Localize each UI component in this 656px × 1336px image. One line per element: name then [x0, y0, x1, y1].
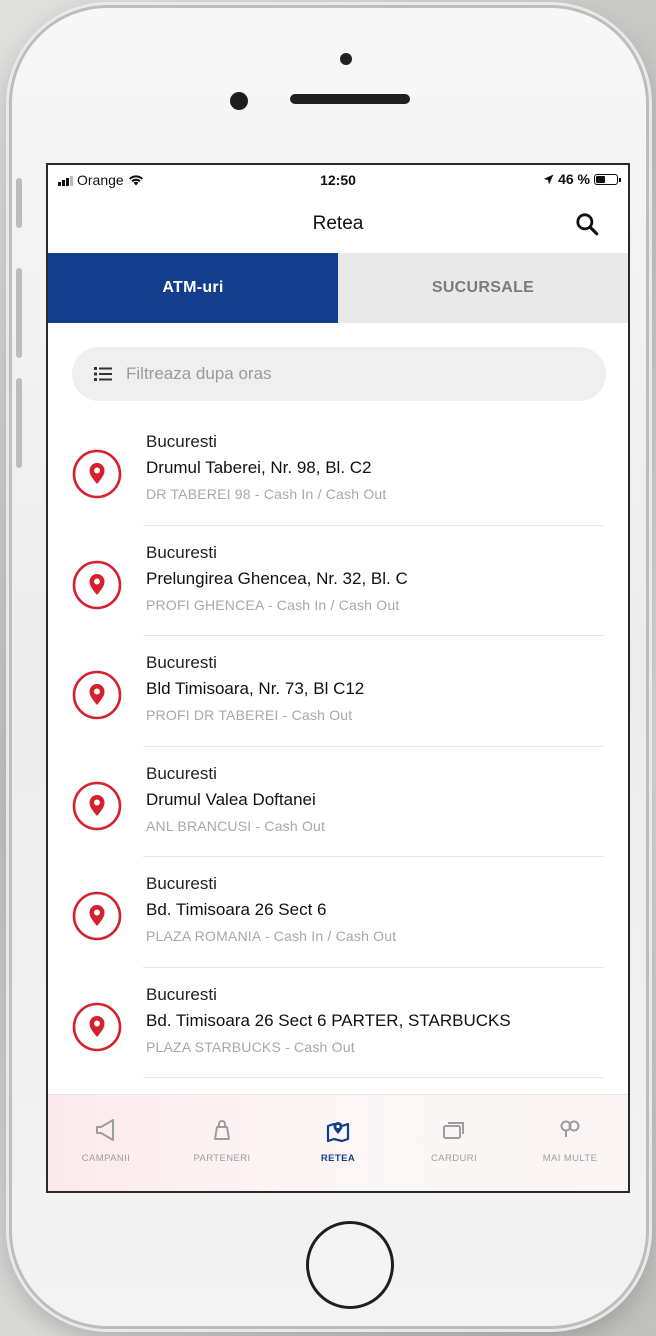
- map-pin-icon: [72, 891, 122, 941]
- city-filter[interactable]: [72, 347, 606, 401]
- map-pin-icon: [72, 1002, 122, 1051]
- home-button[interactable]: [306, 1221, 394, 1309]
- location-arrow-icon: [543, 174, 554, 184]
- atm-address: Bd. Timisoara 26 Sect 6: [146, 900, 327, 919]
- atm-city: Bucuresti: [146, 653, 217, 672]
- segment-tabs: ATM-uri SUCURSALE: [48, 253, 628, 323]
- map-pin-icon: [72, 670, 122, 720]
- atm-details: DR TABEREI 98 - Cash In / Cash Out: [146, 486, 387, 502]
- atm-list: Bucuresti Drumul Taberei, Nr. 98, Bl. C2…: [48, 415, 628, 1078]
- tab-label: PARTENERI: [193, 1153, 251, 1164]
- tab-atm[interactable]: ATM-uri: [48, 253, 338, 323]
- status-bar: Orange 12:50 46 %: [48, 165, 628, 195]
- atm-details: ANL BRANCUSI - Cash Out: [146, 817, 326, 834]
- atm-city: Bucuresti: [146, 763, 217, 783]
- battery-percent: 46 %: [558, 171, 590, 187]
- proximity-sensor: [340, 53, 352, 65]
- map-pin-icon: [72, 781, 122, 830]
- tab-label: MAI MULTE: [542, 1153, 598, 1164]
- atm-address: Drumul Taberei, Nr. 98, Bl. C2: [146, 458, 372, 477]
- tab-label: CAMPANII: [81, 1153, 131, 1164]
- tab-sucursale[interactable]: SUCURSALE: [338, 253, 628, 323]
- list-icon: [94, 367, 112, 381]
- tab-mai-multe[interactable]: MAI MULTE: [512, 1095, 628, 1191]
- atm-address: Drumul Valea Doftanei: [146, 789, 316, 809]
- navigation-bar: Retea: [48, 195, 628, 253]
- list-item[interactable]: Bucuresti Bd. Timisoara 26 Sect 6 PARTER…: [48, 968, 628, 1078]
- megaphone-icon: [96, 1119, 114, 1141]
- atm-details: PLAZA STARBUCKS - Cash Out: [146, 1038, 355, 1055]
- page-title: Retea: [312, 213, 364, 234]
- list-item[interactable]: Bucuresti Drumul Valea Doftanei ANL BRAN…: [48, 747, 628, 857]
- atm-city: Bucuresti: [146, 874, 217, 893]
- map-pin-icon: [72, 560, 122, 609]
- more-icon: [560, 1120, 580, 1137]
- atm-details: PROFI GHENCEA - Cash In / Cash Out: [146, 596, 400, 613]
- atm-details: PLAZA ROMANIA - Cash In / Cash Out: [146, 928, 397, 944]
- list-item[interactable]: Bucuresti Prelungirea Ghencea, Nr. 32, B…: [48, 526, 628, 636]
- atm-details: PROFI DR TABEREI - Cash Out: [146, 707, 353, 723]
- battery-icon: [594, 173, 621, 185]
- divider: [143, 1077, 604, 1078]
- front-camera: [230, 92, 248, 110]
- tab-parteneri[interactable]: PARTENERI: [164, 1095, 280, 1191]
- shopping-bag-icon: [214, 1120, 230, 1140]
- atm-city: Bucuresti: [146, 432, 217, 451]
- earpiece-speaker: [290, 94, 410, 104]
- cards-icon: [443, 1122, 464, 1139]
- mute-switch: [16, 178, 22, 228]
- map-pin-icon: [326, 1122, 350, 1143]
- volume-up-button: [16, 268, 22, 358]
- list-item[interactable]: Bucuresti Bld Timisoara, Nr. 73, Bl C12 …: [48, 636, 628, 747]
- tab-label: RETEA: [320, 1153, 356, 1164]
- atm-address: Prelungirea Ghencea, Nr. 32, Bl. C: [146, 568, 408, 588]
- search-icon[interactable]: [574, 211, 600, 237]
- tab-label: CARDURI: [430, 1153, 478, 1164]
- atm-address: Bld Timisoara, Nr. 73, Bl C12: [146, 679, 365, 698]
- tab-retea[interactable]: RETEA: [280, 1095, 396, 1191]
- status-time: 12:50: [320, 172, 356, 188]
- volume-down-button: [16, 378, 22, 468]
- battery-fill: [596, 175, 605, 183]
- bottom-tab-bar: CAMPANII PARTENERI RETEA CARDURI MAI MUL…: [48, 1094, 628, 1191]
- list-item[interactable]: Bucuresti Drumul Taberei, Nr. 98, Bl. C2…: [48, 415, 628, 526]
- list-item[interactable]: Bucuresti Bd. Timisoara 26 Sect 6 PLAZA …: [48, 857, 628, 968]
- tab-campanii[interactable]: CAMPANII: [48, 1095, 164, 1191]
- atm-city: Bucuresti: [146, 542, 217, 562]
- atm-city: Bucuresti: [146, 984, 217, 1004]
- tab-carduri[interactable]: CARDURI: [396, 1095, 512, 1191]
- map-pin-icon: [72, 449, 122, 499]
- atm-address: Bd. Timisoara 26 Sect 6 PARTER, STARBUCK…: [146, 1010, 511, 1030]
- city-filter-input[interactable]: [124, 363, 568, 385]
- app-screen: Orange 12:50 46 % Retea ATM-uri SUCURSAL…: [46, 163, 630, 1193]
